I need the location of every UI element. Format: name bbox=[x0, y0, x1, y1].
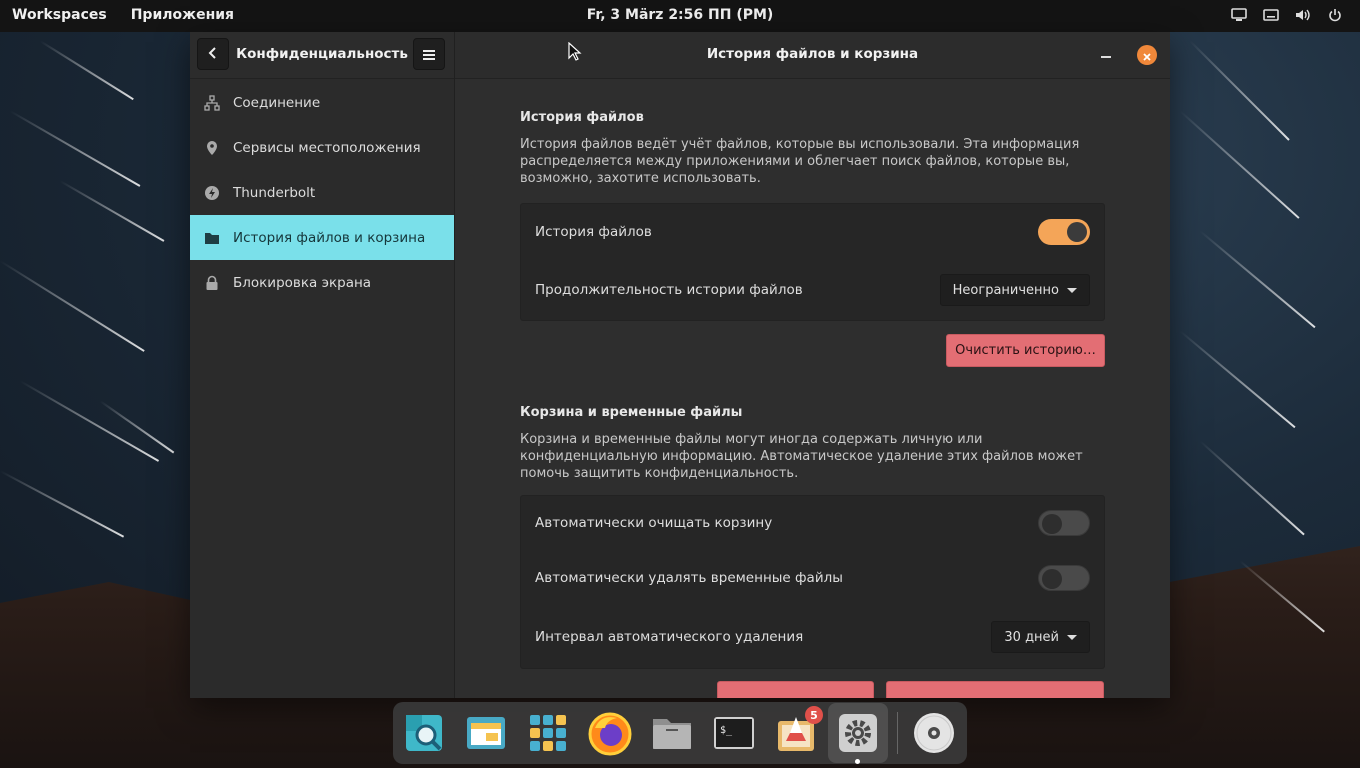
folder-icon bbox=[204, 230, 220, 246]
switch-knob bbox=[1042, 514, 1062, 534]
star-trail bbox=[1199, 440, 1305, 536]
notification-badge: 5 bbox=[805, 706, 823, 724]
sidebar: Конфиденциальность Соединение Сервисы ме… bbox=[190, 32, 455, 698]
star-trail bbox=[1199, 230, 1316, 329]
minimize-icon bbox=[1101, 45, 1111, 64]
star-trail bbox=[39, 40, 134, 101]
auto-temp-switch[interactable] bbox=[1038, 565, 1090, 591]
search-app-icon[interactable] bbox=[401, 710, 447, 756]
location-pin-icon bbox=[204, 140, 220, 156]
interval-label: Интервал автоматического удаления bbox=[535, 629, 804, 645]
sidebar-header: Конфиденциальность bbox=[190, 32, 454, 79]
interval-value: 30 дней bbox=[1004, 629, 1059, 645]
star-trail bbox=[1189, 40, 1290, 141]
switch-knob bbox=[1067, 222, 1087, 242]
close-button[interactable] bbox=[1137, 45, 1157, 65]
auto-temp-label: Автоматически удалять временные файлы bbox=[535, 570, 843, 586]
window-title: История файлов и корзина bbox=[706, 46, 919, 62]
dock: $_ 5 bbox=[393, 702, 967, 764]
thunderbolt-icon bbox=[204, 185, 220, 201]
auto-trash-label: Автоматически очищать корзину bbox=[535, 515, 773, 531]
firefox-icon[interactable] bbox=[587, 710, 633, 756]
delete-temp-files-button[interactable] bbox=[886, 681, 1104, 698]
main-pane: История файлов и корзина История файлов … bbox=[455, 32, 1170, 698]
lock-icon bbox=[204, 275, 220, 291]
screen-icon[interactable] bbox=[1230, 6, 1248, 24]
sidebar-item-thunderbolt[interactable]: Thunderbolt bbox=[190, 170, 454, 215]
app-center-icon[interactable]: 5 bbox=[773, 706, 823, 756]
sidebar-item-label: Блокировка экрана bbox=[233, 274, 372, 291]
interval-dropdown[interactable]: 30 дней bbox=[991, 621, 1090, 653]
network-icon bbox=[204, 94, 220, 111]
star-trail bbox=[59, 180, 165, 242]
sidebar-item-label: История файлов и корзина bbox=[233, 229, 426, 246]
file-history-duration-row: Продолжительность истории файлов Неогран… bbox=[521, 260, 1104, 320]
sidebar-item-screen-lock[interactable]: Блокировка экрана bbox=[190, 260, 454, 305]
chevron-down-icon bbox=[1067, 634, 1077, 640]
file-history-card: История файлов Продолжительность истории… bbox=[520, 203, 1105, 321]
empty-trash-button[interactable] bbox=[717, 681, 874, 698]
star-trail bbox=[1179, 110, 1300, 219]
clear-history-button[interactable]: Очистить историю… bbox=[946, 334, 1105, 367]
window-header: История файлов и корзина bbox=[455, 32, 1170, 79]
close-icon bbox=[1143, 46, 1151, 65]
sidebar-item-label: Соединение bbox=[233, 94, 321, 111]
disk-icon[interactable] bbox=[911, 710, 957, 756]
settings-icon[interactable] bbox=[835, 710, 881, 756]
switch-knob bbox=[1042, 569, 1062, 589]
file-history-heading: История файлов bbox=[520, 110, 644, 125]
volume-icon[interactable] bbox=[1294, 6, 1312, 24]
terminal-icon[interactable]: $_ bbox=[711, 710, 757, 756]
power-icon[interactable] bbox=[1326, 6, 1344, 24]
dock-separator bbox=[897, 712, 898, 754]
menu-button[interactable] bbox=[413, 38, 445, 70]
star-trail bbox=[19, 380, 160, 462]
duration-label: Продолжительность истории файлов bbox=[535, 282, 803, 298]
hamburger-menu-icon bbox=[423, 45, 435, 64]
sidebar-item-file-history[interactable]: История файлов и корзина bbox=[190, 215, 454, 260]
file-history-switch[interactable] bbox=[1038, 219, 1090, 245]
svg-text:$_: $_ bbox=[720, 725, 733, 736]
workspaces-button[interactable]: Workspaces bbox=[12, 7, 107, 23]
auto-trash-switch[interactable] bbox=[1038, 510, 1090, 536]
chevron-left-icon bbox=[207, 45, 219, 64]
file-history-toggle-label: История файлов bbox=[535, 224, 652, 240]
duration-value: Неограниченно bbox=[952, 282, 1059, 298]
datetime-indicator[interactable]: Fr, 3 März 2:56 ПП (PM) bbox=[587, 7, 774, 23]
star-trail bbox=[0, 260, 145, 352]
star-trail bbox=[9, 110, 141, 187]
auto-temp-row: Автоматически удалять временные файлы bbox=[521, 550, 1104, 606]
running-indicator bbox=[855, 759, 860, 764]
top-panel: Workspaces Приложения Fr, 3 März 2:56 ПП… bbox=[0, 0, 1360, 32]
trash-card: Автоматически очищать корзину Автоматиче… bbox=[520, 495, 1105, 669]
interval-row: Интервал автоматического удаления 30 дне… bbox=[521, 606, 1104, 668]
mouse-cursor-icon bbox=[568, 41, 582, 66]
duration-dropdown[interactable]: Неограниченно bbox=[939, 274, 1090, 306]
settings-content: История файлов История файлов ведёт учёт… bbox=[520, 110, 1105, 698]
applications-menu-button[interactable]: Приложения bbox=[131, 7, 234, 23]
auto-trash-row: Автоматически очищать корзину bbox=[521, 496, 1104, 550]
trash-description: Корзина и временные файлы могут иногда с… bbox=[520, 432, 1083, 481]
star-trail bbox=[99, 400, 175, 454]
sidebar-list: Соединение Сервисы местоположения Thunde… bbox=[190, 80, 454, 305]
file-manager-icon[interactable] bbox=[649, 710, 695, 756]
file-history-toggle-row: История файлов bbox=[521, 204, 1104, 260]
sidebar-item-label: Сервисы местоположения bbox=[233, 139, 421, 156]
app-grid-icon[interactable] bbox=[525, 710, 571, 756]
sidebar-item-label: Thunderbolt bbox=[233, 184, 316, 201]
sidebar-item-connection[interactable]: Соединение bbox=[190, 80, 454, 125]
file-history-description: История файлов ведёт учёт файлов, которы… bbox=[520, 137, 1080, 186]
settings-window: Конфиденциальность Соединение Сервисы ме… bbox=[190, 32, 1170, 698]
star-trail bbox=[1179, 330, 1296, 429]
files-app-icon[interactable] bbox=[463, 710, 509, 756]
keyboard-icon[interactable] bbox=[1262, 6, 1280, 24]
back-button[interactable] bbox=[197, 38, 229, 70]
sidebar-item-location[interactable]: Сервисы местоположения bbox=[190, 125, 454, 170]
trash-heading: Корзина и временные файлы bbox=[520, 405, 743, 420]
minimize-button[interactable] bbox=[1096, 44, 1116, 64]
chevron-down-icon bbox=[1067, 287, 1077, 293]
star-trail bbox=[0, 470, 125, 538]
